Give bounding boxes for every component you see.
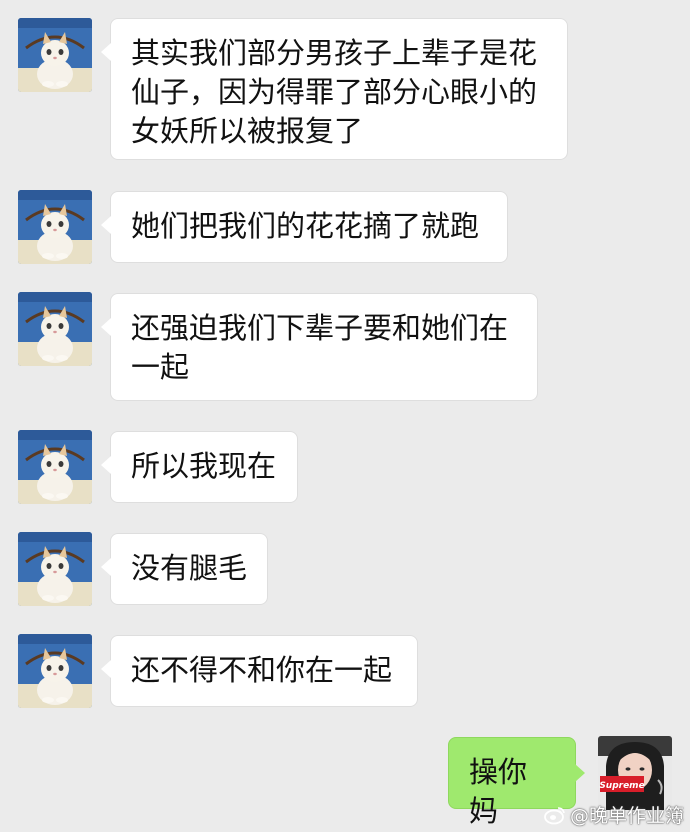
cat-avatar[interactable]: [18, 292, 92, 366]
message-bubble[interactable]: 还强迫我们下辈子要和她们在一起: [101, 293, 538, 401]
cat-avatar[interactable]: [18, 532, 92, 606]
message-bubble[interactable]: 其实我们部分男孩子上辈子是花仙子，因为得罪了部分心眼小的女妖所以被报复了: [101, 18, 568, 160]
weibo-watermark: @晚单作业簿: [544, 801, 684, 828]
cat-avatar[interactable]: [18, 18, 92, 92]
supreme-sign: Supreme: [599, 781, 644, 791]
message-bubble[interactable]: 还不得不和你在一起: [101, 635, 418, 707]
cat-avatar[interactable]: [18, 430, 92, 504]
weibo-icon: [544, 806, 565, 824]
message-bubble-self[interactable]: 操你妈: [448, 737, 585, 828]
girl-supreme-avatar[interactable]: Supreme: [598, 736, 672, 810]
message-bubble[interactable]: 没有腿毛: [101, 533, 268, 605]
chat-view: 其实我们部分男孩子上辈子是花仙子，因为得罪了部分心眼小的女妖所以被报复了 她们把…: [0, 0, 690, 832]
message-bubble[interactable]: 她们把我们的花花摘了就跑: [101, 191, 508, 263]
cat-avatar[interactable]: [18, 190, 92, 264]
watermark-text: @晚单作业簿: [569, 805, 684, 827]
cat-avatar[interactable]: [18, 634, 92, 708]
message-bubble[interactable]: 所以我现在: [101, 431, 298, 503]
